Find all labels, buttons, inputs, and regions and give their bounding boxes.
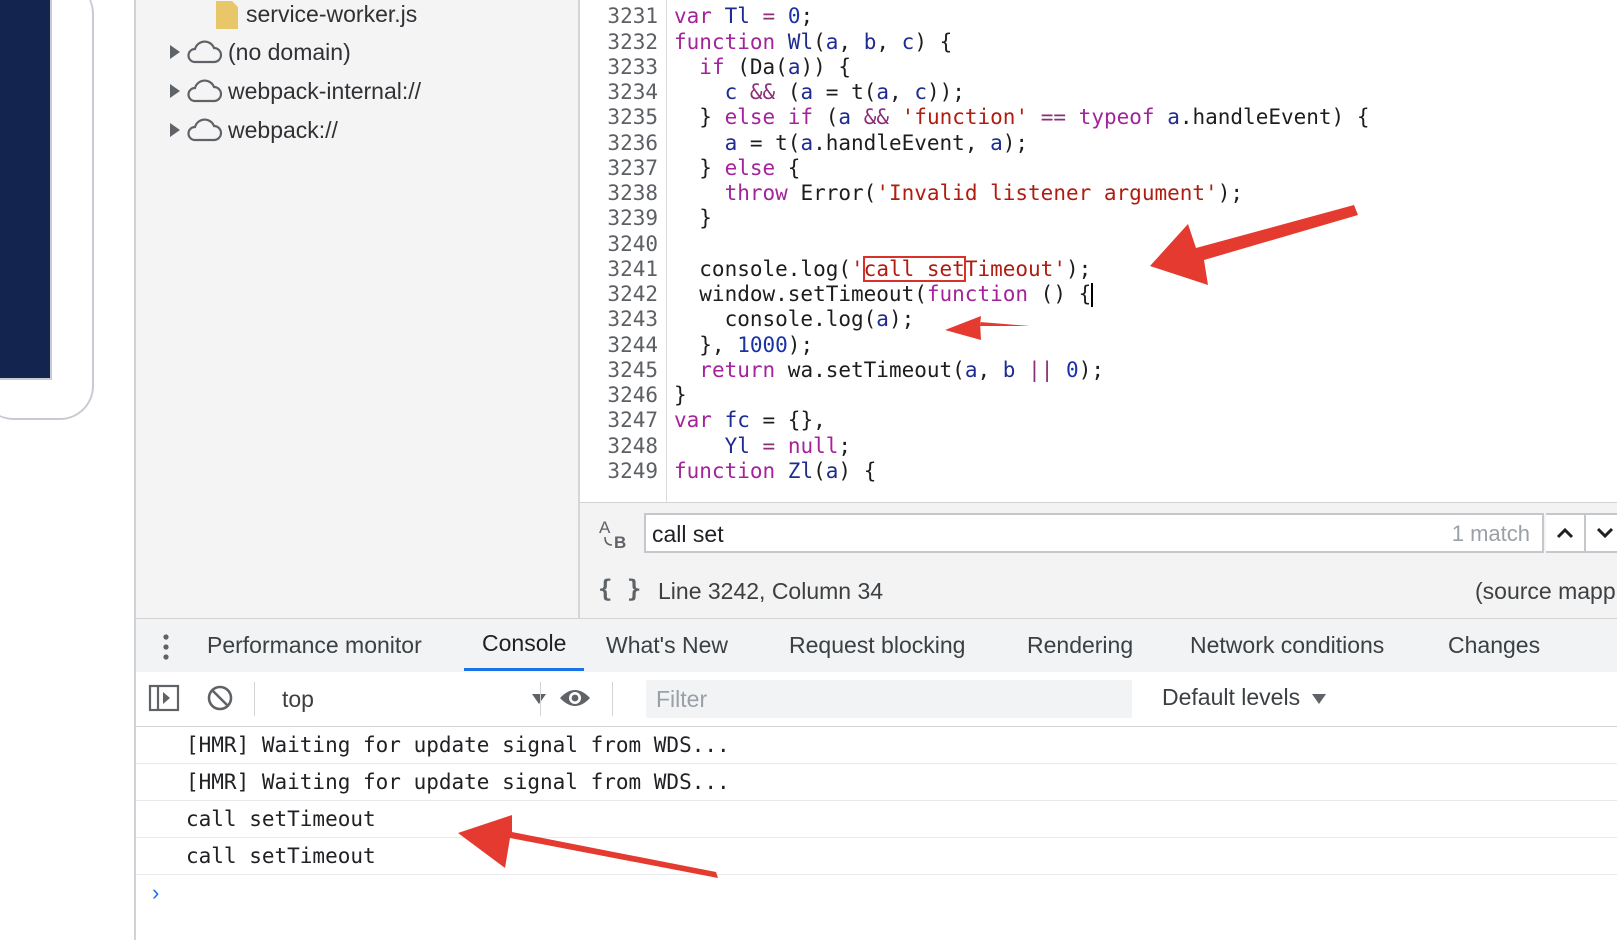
arrow-to-inner-log xyxy=(945,316,1030,340)
annotation-arrows xyxy=(458,205,1358,878)
arrow-to-console-output xyxy=(458,815,718,878)
arrow-to-console-log xyxy=(1150,205,1358,285)
